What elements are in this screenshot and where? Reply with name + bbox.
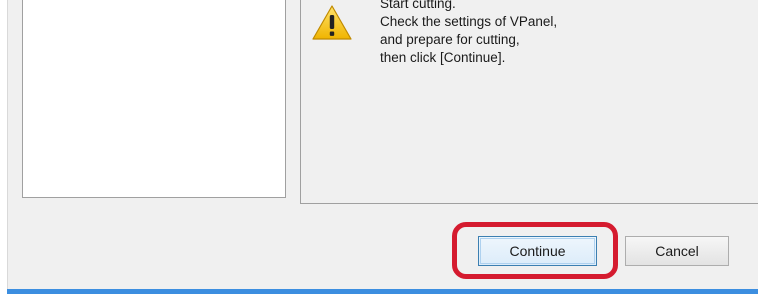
continue-highlight: [452, 222, 618, 279]
warning-icon: [312, 5, 352, 40]
window-bottom-border: [7, 289, 758, 294]
preview-panel: [22, 0, 286, 198]
message-text: Start cutting. Check the settings of VPa…: [380, 0, 710, 67]
message-line: then click [Continue].: [380, 50, 506, 65]
cancel-button[interactable]: Cancel: [625, 236, 729, 266]
message-line: and prepare for cutting,: [380, 32, 520, 47]
message-panel: Start cutting. Check the settings of VPa…: [300, 0, 758, 204]
cutting-dialog: Start cutting. Check the settings of VPa…: [7, 0, 758, 289]
message-line: Start cutting.: [380, 0, 456, 11]
message-line: Check the settings of VPanel,: [380, 14, 558, 29]
